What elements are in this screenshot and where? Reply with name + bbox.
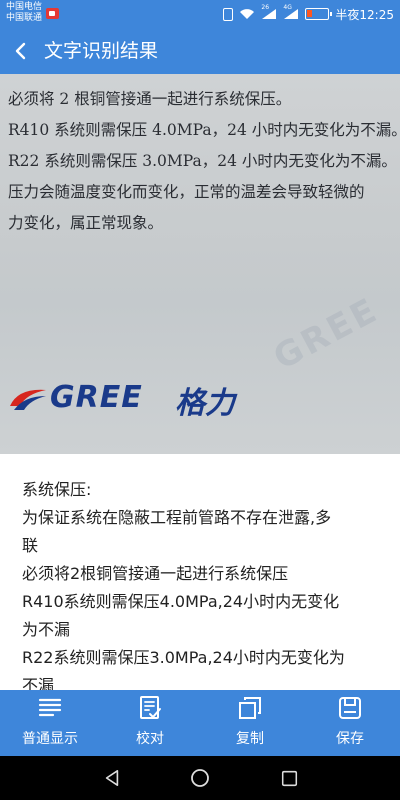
nav-recents-button[interactable] bbox=[277, 766, 301, 790]
proofread-label: 校对 bbox=[136, 731, 164, 747]
page-title: 文字识别结果 bbox=[44, 40, 159, 62]
carrier-1: 中国电信 bbox=[6, 2, 43, 12]
app-header: 文字识别结果 bbox=[0, 29, 400, 74]
recognition-result-text[interactable]: 系统保压: 为保证系统在隐蔽工程前管路不存在泄露,多 联 必须将2根铜管接通一起… bbox=[0, 454, 400, 690]
list-icon bbox=[38, 698, 62, 717]
back-button[interactable] bbox=[4, 34, 38, 68]
screen-record-icon bbox=[46, 8, 59, 19]
square-recents-icon bbox=[281, 770, 297, 786]
copy-button[interactable]: 复制 bbox=[200, 690, 300, 756]
gree-watermark: GREE bbox=[267, 289, 386, 379]
system-nav-bar bbox=[0, 756, 400, 800]
save-icon bbox=[339, 697, 361, 719]
carrier-2: 中国联通 bbox=[6, 13, 43, 23]
battery-icon bbox=[305, 8, 333, 20]
circle-home-icon bbox=[191, 769, 209, 787]
result-line: R410系统则需保压4.0MPa,24小时内无变化 bbox=[22, 592, 340, 611]
save-label: 保存 bbox=[336, 731, 364, 747]
proofread-icon bbox=[140, 696, 161, 719]
vibrate-icon bbox=[223, 7, 234, 21]
gree-logo-mark-icon bbox=[10, 389, 46, 410]
result-line: R22系统则需保压3.0MPa,24小时内无变化为 bbox=[22, 648, 345, 667]
copy-label: 复制 bbox=[236, 731, 264, 747]
signal-label-1: 26 bbox=[261, 4, 270, 11]
result-line: 为保证系统在隐蔽工程前管路不存在泄露,多 bbox=[22, 508, 332, 527]
result-line: 为不漏 bbox=[22, 620, 71, 639]
status-icons: 26 4G 半夜12:25 bbox=[223, 4, 394, 22]
result-line: 系统保压: bbox=[22, 480, 92, 499]
carrier-info: 中国电信 中国联通 bbox=[6, 2, 42, 24]
photo-line: R22 系统则需保压 3.0MPa，24 小时内无变化为不漏。 bbox=[8, 152, 397, 170]
result-line: 联 bbox=[22, 536, 39, 555]
gree-logo: GREE 格力 bbox=[0, 374, 260, 424]
triangle-back-icon bbox=[105, 769, 119, 787]
gree-logo-script: 格力 bbox=[175, 386, 235, 421]
photo-line: 力变化，属正常现象。 bbox=[8, 214, 164, 232]
status-bar: 中国电信 中国联通 26 4G 半夜12:25 bbox=[0, 0, 400, 29]
wifi-icon bbox=[240, 9, 255, 19]
gree-logo-text: GREE bbox=[50, 380, 143, 415]
nav-home-button[interactable] bbox=[188, 766, 212, 790]
photo-line: 必须将 2 根铜管接通一起进行系统保压。 bbox=[8, 90, 292, 108]
chevron-left-icon bbox=[15, 42, 26, 60]
save-button[interactable]: 保存 bbox=[300, 690, 400, 756]
scanned-photo: 必须将 2 根铜管接通一起进行系统保压。 R410 系统则需保压 4.0MPa，… bbox=[0, 74, 400, 454]
copy-icon bbox=[239, 697, 261, 719]
normal-display-label: 普通显示 bbox=[22, 731, 78, 747]
result-line: 不漏 bbox=[22, 676, 55, 690]
normal-display-button[interactable]: 普通显示 bbox=[0, 690, 100, 756]
photo-line: 压力会随温度变化而变化，正常的温差会导致轻微的 bbox=[8, 183, 365, 201]
photo-text-block: 必须将 2 根铜管接通一起进行系统保压。 R410 系统则需保压 4.0MPa，… bbox=[8, 84, 400, 239]
signal-label-2: 4G bbox=[283, 4, 292, 11]
signal-icon-1: 26 bbox=[261, 4, 277, 20]
signal-icon-2: 4G bbox=[283, 4, 299, 20]
proofread-button[interactable]: 校对 bbox=[100, 690, 200, 756]
nav-back-button[interactable] bbox=[100, 766, 124, 790]
status-time: 半夜12:25 bbox=[335, 7, 394, 22]
result-line: 必须将2根铜管接通一起进行系统保压 bbox=[22, 564, 289, 583]
photo-line: R410 系统则需保压 4.0MPa，24 小时内无变化为不漏。 bbox=[8, 121, 400, 139]
bottom-toolbar: 普通显示 校对 复制 保存 bbox=[0, 690, 400, 756]
